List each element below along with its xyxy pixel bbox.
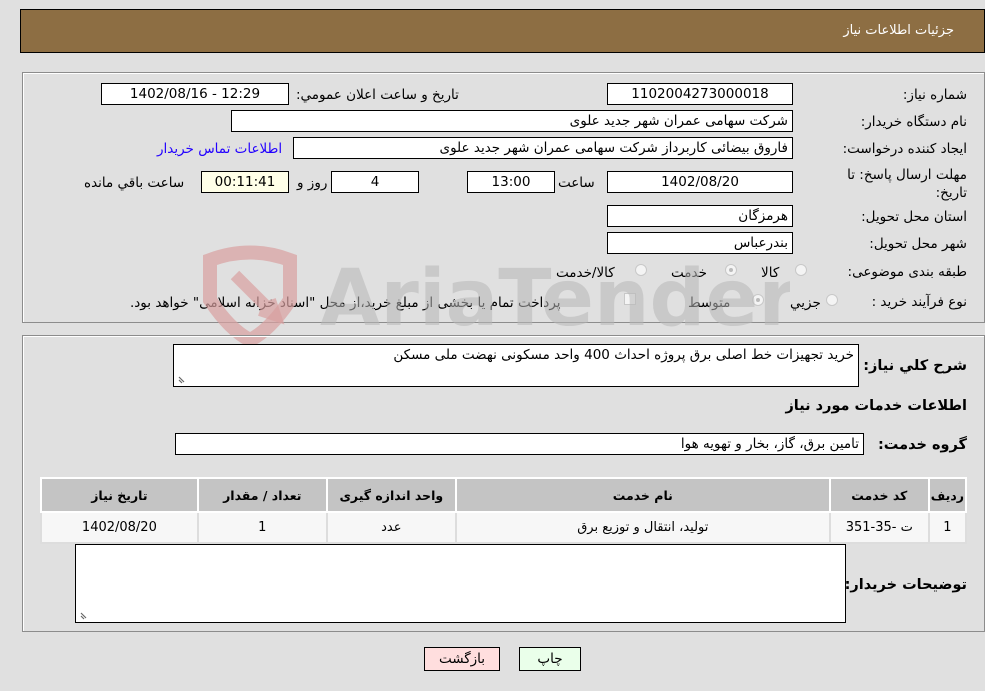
category-radio-goods-service[interactable] <box>635 264 647 276</box>
time-remaining-field: 00:11:41 <box>201 171 289 193</box>
category-label: طبقه بندی موضوعی: <box>847 264 967 280</box>
table-row: 1 ت -35-351 تولید، انتقال و توزیع برق عد… <box>40 511 968 544</box>
print-button[interactable]: چاپ <box>519 647 581 671</box>
purchase-option-minor: جزيي <box>790 295 821 311</box>
col-need-date: تاریخ نیاز <box>40 477 199 513</box>
city-field: بندرعباس <box>607 232 793 254</box>
col-service-name: نام خدمت <box>454 477 831 513</box>
category-radio-service[interactable] <box>725 264 737 276</box>
description-text: خرید تجهیزات خط اصلی برق پروژه احداث 400… <box>393 347 854 363</box>
services-table: ردیف کد خدمت نام خدمت واحد اندازه گیری ت… <box>40 477 968 544</box>
need-number-label: شماره نیاز: <box>902 87 967 103</box>
col-service-code: کد خدمت <box>828 477 930 513</box>
col-quantity: تعداد / مقدار <box>196 477 328 513</box>
time-remaining-label: ساعت باقي مانده <box>84 175 185 191</box>
buyer-contact-link[interactable]: اطلاعات تماس خریدار <box>157 141 282 157</box>
category-option-goods-service: کالا/خدمت <box>556 265 615 281</box>
col-row-number: ردیف <box>927 477 968 513</box>
cell-service-code: ت -35-351 <box>828 511 930 544</box>
service-group-label: گروه خدمت: <box>877 437 967 453</box>
back-button[interactable]: بازگشت <box>424 647 500 671</box>
description-textarea[interactable]: خرید تجهیزات خط اصلی برق پروژه احداث 400… <box>173 344 859 387</box>
province-field: هرمزگان <box>607 205 793 227</box>
page-header: جزئیات اطلاعات نیاز <box>20 9 985 53</box>
treasury-note: پرداخت تمام یا بخشی از مبلغ خرید،از محل … <box>130 295 561 311</box>
deadline-date-field: 1402/08/20 <box>607 171 793 193</box>
province-label: استان محل تحویل: <box>861 209 967 225</box>
cell-unit: عدد <box>325 511 457 544</box>
deadline-time-field: 13:00 <box>467 171 555 193</box>
announce-datetime-label: تاریخ و ساعت اعلان عمومي: <box>296 87 459 103</box>
cell-quantity: 1 <box>196 511 328 544</box>
purchase-radio-minor[interactable] <box>826 294 838 306</box>
deadline-label: مهلت ارسال پاسخ: تا تاریخ: <box>847 167 967 201</box>
announce-datetime-field: 1402/08/16 - 12:29 <box>101 83 289 105</box>
cell-need-date: 1402/08/20 <box>40 511 199 544</box>
cell-row-number: 1 <box>927 511 968 544</box>
purchase-option-medium: متوسط <box>688 295 731 311</box>
requester-field: فاروق بیضائی کاربرداز شرکت سهامی عمران ش… <box>293 137 793 159</box>
buyer-org-label: نام دستگاه خریدار: <box>860 114 967 130</box>
purchase-type-label: نوع فرآیند خرید : <box>871 294 967 310</box>
table-header-row: ردیف کد خدمت نام خدمت واحد اندازه گیری ت… <box>40 477 968 513</box>
requester-label: ایجاد کننده درخواست: <box>842 141 967 157</box>
description-label: شرح کلي نیاز: <box>863 358 967 374</box>
buyer-notes-textarea[interactable] <box>75 544 846 623</box>
buyer-notes-label: توضیحات خریدار: <box>844 577 967 593</box>
category-option-goods: کالا <box>761 265 780 281</box>
deadline-time-label: ساعت <box>558 175 595 191</box>
resize-grip-icon[interactable] <box>79 610 89 620</box>
need-number-field: 1102004273000018 <box>607 83 793 105</box>
cell-service-name: تولید، انتقال و توزیع برق <box>454 511 831 544</box>
city-label: شهر محل تحویل: <box>869 236 967 252</box>
services-heading: اطلاعات خدمات مورد نیاز <box>785 398 967 414</box>
category-radio-goods[interactable] <box>795 264 807 276</box>
purchase-radio-medium[interactable] <box>752 294 764 306</box>
page-title: جزئیات اطلاعات نیاز <box>843 23 954 38</box>
buyer-org-field: شرکت سهامی عمران شهر جدید علوی <box>231 110 793 132</box>
days-remaining-field: 4 <box>331 171 419 193</box>
category-option-service: خدمت <box>671 265 707 281</box>
days-label: روز و <box>297 175 328 191</box>
service-group-field: تامین برق، گاز، بخار و تهویه هوا <box>175 433 864 455</box>
treasury-checkbox[interactable] <box>624 293 636 305</box>
col-unit: واحد اندازه گیری <box>325 477 457 513</box>
resize-grip-icon[interactable] <box>177 374 187 384</box>
